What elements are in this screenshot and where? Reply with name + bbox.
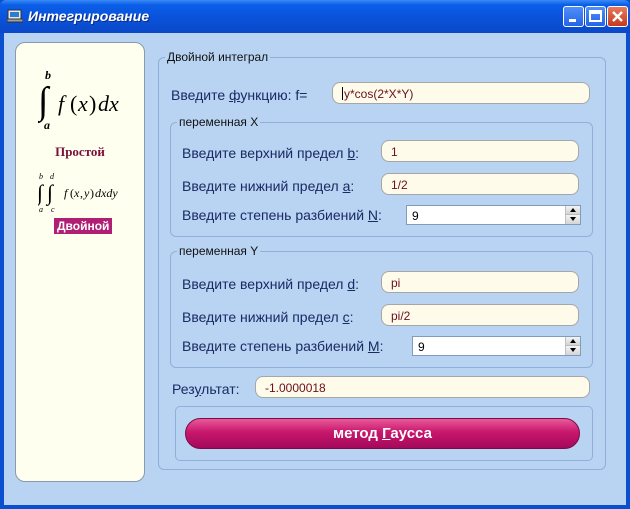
svg-text:,: , <box>80 186 83 200</box>
variable-x-title: переменная X <box>179 115 259 129</box>
arrow-down-icon <box>570 217 576 221</box>
y-lower-label: Введите нижний предел c: <box>182 309 354 325</box>
y-spin-up-button[interactable] <box>565 337 580 346</box>
svg-text:f: f <box>58 91 67 116</box>
x-upper-limit-input[interactable]: 1 <box>381 140 579 162</box>
maximize-icon <box>589 10 602 22</box>
minimize-button[interactable] <box>563 6 584 27</box>
simple-integral-link[interactable]: Простой <box>16 144 144 160</box>
close-button[interactable] <box>607 6 628 27</box>
arrow-down-icon <box>570 348 576 352</box>
svg-text:): ) <box>89 91 96 116</box>
double-integral-formula-icon[interactable]: b d ∫ ∫ a c f ( x , y ) dxdy <box>38 169 138 217</box>
svg-text:(: ( <box>70 91 77 116</box>
svg-text:a: a <box>39 205 43 214</box>
y-spin-down-button[interactable] <box>565 346 580 355</box>
x-lower-label: Введите нижний предел a: <box>182 178 355 194</box>
result-label: Результат: <box>172 381 240 397</box>
svg-text:dxdy: dxdy <box>95 186 118 200</box>
y-upper-label: Введите верхний предел d: <box>182 276 360 292</box>
svg-text:y: y <box>83 186 90 200</box>
svg-text:c: c <box>51 205 55 214</box>
client-area: b ∫ a f ( x ) dx Простой b d ∫ ∫ a c f (… <box>4 33 626 505</box>
result-output: -1.0000018 <box>255 376 590 398</box>
app-window: Интегрирование b ∫ a f ( x ) dx Простой <box>0 0 630 509</box>
y-partitions-label: Введите степень разбиений M: <box>182 338 384 354</box>
text-cursor <box>342 87 343 100</box>
y-upper-limit-input[interactable]: pi <box>381 271 579 293</box>
app-window-icon <box>7 9 23 23</box>
svg-text:∫: ∫ <box>38 180 45 206</box>
function-input[interactable]: y*cos(2*X*Y) <box>332 82 590 104</box>
x-spin-down-button[interactable] <box>565 215 580 224</box>
method-selector-panel: b ∫ a f ( x ) dx Простой b d ∫ ∫ a c f (… <box>15 42 145 482</box>
svg-text:dx: dx <box>98 91 119 116</box>
y-lower-limit-input[interactable]: pi/2 <box>381 304 579 326</box>
function-value: y*cos(2*X*Y) <box>344 87 414 101</box>
svg-text:x: x <box>77 91 88 116</box>
arrow-up-icon <box>570 208 576 212</box>
single-integral-formula-icon[interactable]: b ∫ a f ( x ) dx <box>38 65 138 135</box>
variable-y-title: переменная Y <box>179 244 259 258</box>
close-icon <box>612 11 623 22</box>
arrow-up-icon <box>570 339 576 343</box>
svg-text:): ) <box>90 186 94 200</box>
title-bar[interactable]: Интегрирование <box>0 0 630 33</box>
x-partitions-label: Введите степень разбиений N: <box>182 207 382 223</box>
maximize-button[interactable] <box>585 6 606 27</box>
gauss-method-button[interactable]: метод Гаусса <box>185 418 580 449</box>
x-partitions-spinner[interactable]: 9 <box>406 205 581 225</box>
x-spin-up-button[interactable] <box>565 206 580 215</box>
double-integral-group-title: Двойной интеграл <box>167 50 269 64</box>
svg-text:a: a <box>44 118 50 132</box>
y-partitions-value: 9 <box>418 340 425 354</box>
double-integral-link[interactable]: Двойной <box>54 218 113 234</box>
svg-text:∫: ∫ <box>45 180 55 206</box>
function-label: Введите функцию: f= <box>171 87 308 103</box>
svg-text:f: f <box>64 186 69 200</box>
minimize-icon <box>569 19 576 22</box>
y-partitions-spinner[interactable]: 9 <box>412 336 581 356</box>
x-upper-label: Введите верхний предел b: <box>182 145 360 161</box>
x-lower-limit-input[interactable]: 1/2 <box>381 173 579 195</box>
window-title: Интегрирование <box>28 8 150 24</box>
x-partitions-value: 9 <box>412 209 419 223</box>
svg-text:x: x <box>73 186 80 200</box>
